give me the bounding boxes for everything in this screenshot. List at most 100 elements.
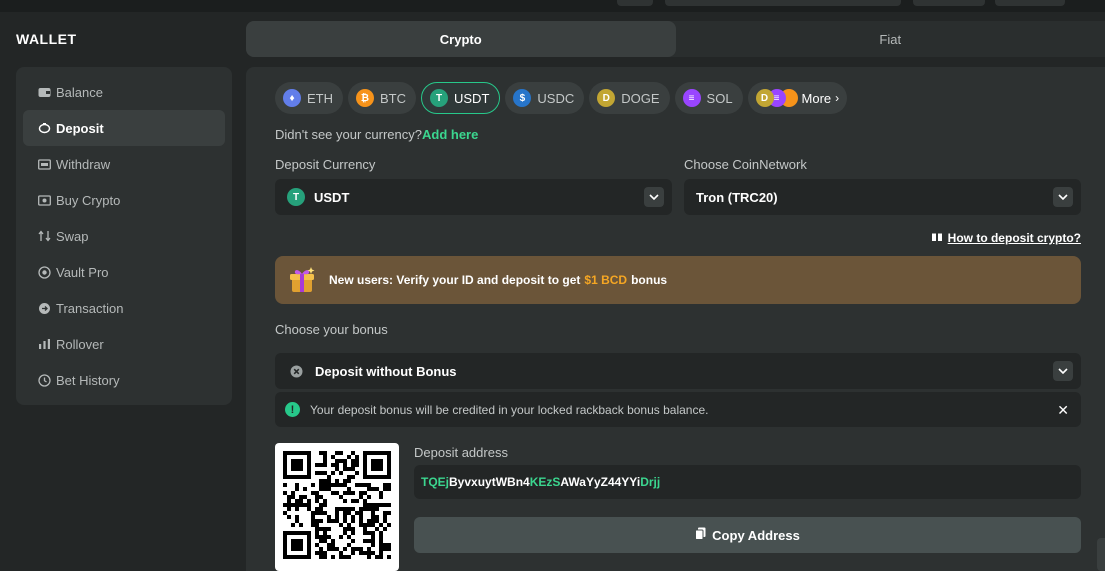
qr-module [283,503,287,507]
qr-module [355,547,359,551]
sidebar-item-swap[interactable]: Swap [23,218,225,254]
chevron-down-icon[interactable] [1053,361,1073,381]
qr-module [327,547,331,551]
qr-module [371,539,375,543]
sidebar-item-deposit[interactable]: Deposit [23,110,225,146]
sidebar-item-transaction[interactable]: Transaction [23,290,225,326]
currency-chip-btc[interactable]: ₿ BTC [348,82,416,114]
qr-module [363,531,367,535]
sidebar-item-buy-crypto[interactable]: Buy Crypto [23,182,225,218]
top-bar-button[interactable] [913,0,985,6]
qr-module [359,515,363,519]
qr-module [295,519,299,523]
qr-module [367,523,371,527]
qr-module [351,459,355,463]
qr-module [311,519,315,523]
qr-module [347,479,351,483]
currency-chip-sol[interactable]: ≡ SOL [674,82,743,114]
qr-module [351,519,355,523]
top-bar-button[interactable] [995,0,1065,6]
coin-network-value: Tron (TRC20) [696,189,778,205]
scroll-edge[interactable] [1097,538,1105,571]
sidebar-item-bet-history[interactable]: Bet History [23,362,225,398]
gift-icon [287,265,317,295]
qr-module [315,523,319,527]
top-bar-field[interactable] [665,0,901,6]
card-icon [37,193,51,207]
qr-module [363,507,367,511]
wallet-title: WALLET [16,31,77,47]
qr-module [359,551,363,555]
qr-module [343,507,347,511]
currency-chip-doge[interactable]: D DOGE [589,82,670,114]
sidebar-item-rollover[interactable]: Rollover [23,326,225,362]
qr-module [319,519,323,523]
qr-module [371,531,375,535]
qr-module [347,511,351,515]
qr-module [371,543,375,547]
tab-fiat[interactable]: Fiat [676,21,1105,57]
promo-text: New users: Verify your ID and deposit to… [329,273,581,287]
qr-module [335,491,339,495]
close-icon[interactable]: ✕ [1057,402,1069,419]
currency-chip-label: SOL [706,90,733,106]
deposit-currency-select[interactable]: T USDT [275,179,672,215]
qr-module [335,459,339,463]
bonus-select[interactable]: Deposit without Bonus [275,353,1081,389]
qr-module [351,507,355,511]
sidebar: Balance Deposit Withdraw Buy Crypto Swap… [16,67,232,405]
sidebar-item-vault-pro[interactable]: Vault Pro [23,254,225,290]
deposit-address-field[interactable]: TQEj ByvxuytWBn4 KEzS AWaYyZ44YYi Drjj [414,465,1081,499]
qr-module [387,503,391,507]
currency-chip-usdt[interactable]: T USDT [421,82,501,114]
how-to-deposit-link[interactable]: How to deposit crypto? [931,231,1081,245]
qr-module [375,487,379,491]
chevron-down-icon[interactable] [1053,187,1073,207]
add-currency-link[interactable]: Add here [422,127,478,142]
qr-module [311,491,315,495]
sidebar-item-label: Rollover [56,336,104,352]
qr-module [379,531,383,535]
qr-module [299,495,303,499]
qr-module [367,551,371,555]
qr-module [343,531,347,535]
qr-module [363,527,367,531]
qr-module [339,555,343,559]
qr-module [291,503,295,507]
qr-module [387,543,391,547]
tab-crypto[interactable]: Crypto [246,21,676,57]
qr-module [355,483,359,487]
currency-chip-usdc[interactable]: $ USDC [505,82,585,114]
sidebar-item-label: Bet History [56,372,120,388]
qr-module [387,483,391,487]
coin-network-select[interactable]: Tron (TRC20) [684,179,1081,215]
vault-icon [37,265,51,279]
qr-module [351,539,355,543]
qr-module [359,547,363,551]
qr-module [331,471,335,475]
qr-module [319,471,323,475]
currency-chip-eth[interactable]: ♦ ETH [275,82,343,114]
address-part: KEzS [529,475,561,489]
qr-module [351,531,355,535]
qr-module [355,471,359,475]
qr-module [295,499,299,503]
sidebar-item-withdraw[interactable]: Withdraw [23,146,225,182]
qr-module [327,527,331,531]
copy-address-button[interactable]: Copy Address [414,517,1081,553]
qr-module [351,527,355,531]
sidebar-item-balance[interactable]: Balance [23,74,225,110]
qr-finder [291,459,303,471]
qr-module [323,471,327,475]
qr-module [291,491,295,495]
top-bar [0,0,1105,12]
top-bar-button[interactable] [617,0,653,6]
qr-module [315,499,319,503]
qr-module [339,551,343,555]
currency-chip-label: USDT [454,90,490,106]
no-bonus-icon [290,365,303,378]
qr-module [371,511,375,515]
qr-module [287,507,291,511]
chevron-down-icon[interactable] [644,187,664,207]
currency-more-button[interactable]: D ≡ More › [747,82,848,114]
